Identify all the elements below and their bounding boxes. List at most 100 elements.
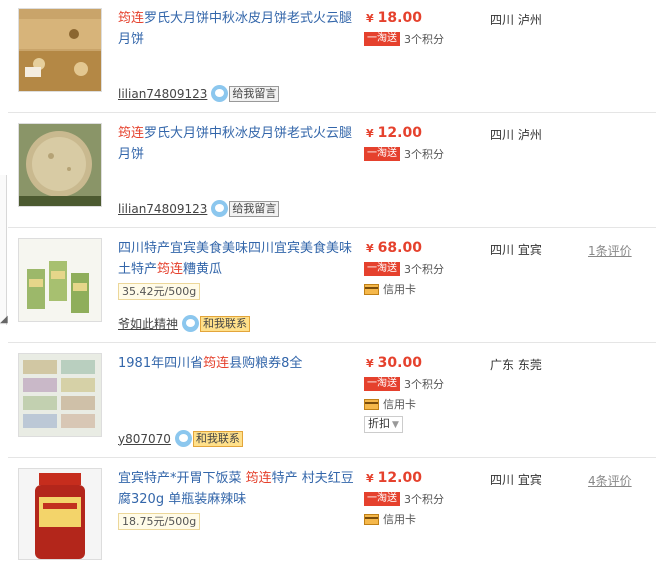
contact-label: 给我留言 [229, 200, 280, 217]
list-item: 四川特产宜宾美食美味四川宜宾美食美味土特产筠连糟黄瓜 35.42元/500g ¥… [8, 228, 656, 343]
chevron-down-icon: ▼ [392, 420, 399, 430]
product-title[interactable]: 宜宾特产*开胃下饭菜 筠连特产 村夫红豆腐320g 单瓶装麻辣味 [118, 468, 358, 510]
product-title[interactable]: 筠连罗氏大月饼中秋冰皮月饼老式火云腿月饼 [118, 123, 358, 165]
promo-badge[interactable]: 一淘送 [364, 147, 400, 161]
title-text: 1981年四川省 [118, 356, 204, 371]
price-value: 18.00 [377, 10, 422, 26]
promo-row: 一淘送 3个积分 [364, 261, 444, 277]
seller-location: 四川 泸州 [490, 13, 542, 27]
seller-info: lilian74809123 给我留言 [118, 85, 280, 102]
left-edge-marker: ◢ [0, 314, 8, 325]
price-value: 12.00 [377, 125, 422, 141]
chat-icon [211, 85, 229, 102]
credit-card-icon [364, 283, 379, 295]
promo-row: 一淘送 3个积分 [364, 146, 444, 162]
credit-card-row: 信用卡 [364, 396, 416, 412]
unit-price: 35.42元/500g [118, 283, 201, 300]
promo-badge[interactable]: 一淘送 [364, 492, 400, 506]
contact-seller-button[interactable]: 和我联系 [174, 430, 243, 447]
product-title[interactable]: 四川特产宜宾美食美味四川宜宾美食美味土特产筠连糟黄瓜 [118, 238, 358, 280]
product-thumbnail[interactable] [18, 353, 102, 437]
currency-symbol: ¥ [366, 242, 374, 255]
seller-location: 广东 东莞 [490, 358, 542, 372]
discount-dropdown[interactable]: 折扣 ▼ [364, 416, 403, 433]
currency-symbol: ¥ [366, 357, 374, 370]
reviews-link[interactable]: 1条评价 [588, 242, 632, 259]
title-text: 罗氏大月饼中秋冰皮月饼老式火云腿月饼 [118, 11, 353, 47]
currency-symbol: ¥ [366, 127, 374, 140]
seller-location: 四川 宜宾 [490, 243, 542, 257]
price-value: 68.00 [377, 240, 422, 256]
list-item: 筠连罗氏大月饼中秋冰皮月饼老式火云腿月饼 ¥12.00 一淘送 3个积分 四川 泸… [8, 113, 656, 228]
credit-card-icon [364, 513, 379, 525]
title-text: 宜宾特产*开胃下饭菜 [118, 471, 246, 486]
price: ¥30.00 [366, 355, 422, 371]
price: ¥18.00 [366, 10, 422, 26]
price: ¥12.00 [366, 125, 422, 141]
seller-name[interactable]: y807070 [118, 432, 171, 446]
credit-card-row: 信用卡 [364, 281, 416, 297]
credit-card-icon [364, 398, 379, 410]
credit-card-label: 信用卡 [383, 283, 416, 296]
product-thumbnail[interactable] [18, 123, 102, 207]
promo-row: 一淘送 3个积分 [364, 31, 444, 47]
seller-info: 爷如此精神 和我联系 [118, 315, 251, 332]
price: ¥12.00 [366, 470, 422, 486]
points-text: 3个积分 [404, 148, 444, 161]
price-value: 12.00 [377, 470, 422, 486]
reviews-link[interactable]: 4条评价 [588, 472, 632, 489]
seller-location: 四川 宜宾 [490, 473, 542, 487]
title-text: 罗氏大月饼中秋冰皮月饼老式火云腿月饼 [118, 126, 353, 162]
promo-badge[interactable]: 一淘送 [364, 262, 400, 276]
keyword-highlight: 筠连 [245, 471, 272, 486]
product-thumbnail[interactable] [18, 238, 102, 322]
contact-seller-button[interactable]: 和我联系 [182, 315, 251, 332]
list-item: 筠连罗氏大月饼中秋冰皮月饼老式火云腿月饼 ¥18.00 一淘送 3个积分 四川 泸… [8, 0, 656, 113]
credit-card-label: 信用卡 [383, 513, 416, 526]
currency-symbol: ¥ [366, 12, 374, 25]
unit-price: 18.75元/500g [118, 513, 201, 530]
product-title[interactable]: 筠连罗氏大月饼中秋冰皮月饼老式火云腿月饼 [118, 8, 358, 50]
credit-card-label: 信用卡 [383, 398, 416, 411]
promo-badge[interactable]: 一淘送 [364, 377, 400, 391]
list-item: 1981年四川省筠连县购粮券8全 ¥30.00 一淘送 3个积分 信用卡 折扣 ▼ … [8, 343, 656, 458]
contact-label: 和我联系 [192, 430, 243, 447]
contact-label: 和我联系 [200, 315, 251, 332]
title-text-end: 县购粮券8全 [229, 356, 303, 371]
seller-info: y807070 和我联系 [118, 430, 243, 447]
seller-name[interactable]: lilian74809123 [118, 202, 207, 216]
points-text: 3个积分 [404, 263, 444, 276]
seller-location: 四川 泸州 [490, 128, 542, 142]
currency-symbol: ¥ [366, 472, 374, 485]
seller-info: lilian74809123 给我留言 [118, 200, 280, 217]
promo-row: 一淘送 3个积分 [364, 491, 444, 507]
discount-label: 折扣 [368, 417, 390, 430]
points-text: 3个积分 [404, 33, 444, 46]
left-panel-edge: ◢ [0, 175, 8, 325]
points-text: 3个积分 [404, 493, 444, 506]
price-value: 30.00 [377, 355, 422, 371]
list-item: 宜宾特产*开胃下饭菜 筠连特产 村夫红豆腐320g 单瓶装麻辣味 18.75元/… [8, 458, 656, 572]
contact-label: 给我留言 [229, 85, 280, 102]
keyword-highlight: 筠连 [203, 356, 230, 371]
promo-row: 一淘送 3个积分 [364, 376, 444, 392]
chat-icon [182, 315, 200, 332]
price: ¥68.00 [366, 240, 422, 256]
keyword-highlight: 筠连 [157, 262, 184, 277]
contact-seller-button[interactable]: 给我留言 [211, 200, 280, 217]
promo-badge[interactable]: 一淘送 [364, 32, 400, 46]
product-thumbnail[interactable] [18, 468, 102, 560]
contact-seller-button[interactable]: 给我留言 [211, 85, 280, 102]
chat-icon [211, 200, 229, 217]
points-text: 3个积分 [404, 378, 444, 391]
title-text: 四川特产宜宾美食美味四川宜宾美食美味土特产 [118, 241, 353, 277]
title-text-end: 糟黄瓜 [183, 262, 223, 277]
chat-icon [174, 430, 192, 447]
seller-name[interactable]: lilian74809123 [118, 87, 207, 101]
seller-name[interactable]: 爷如此精神 [118, 315, 178, 332]
keyword-highlight: 筠连 [118, 126, 145, 141]
keyword-highlight: 筠连 [118, 11, 145, 26]
product-thumbnail[interactable] [18, 8, 102, 92]
credit-card-row: 信用卡 [364, 511, 416, 527]
product-title[interactable]: 1981年四川省筠连县购粮券8全 [118, 353, 358, 374]
